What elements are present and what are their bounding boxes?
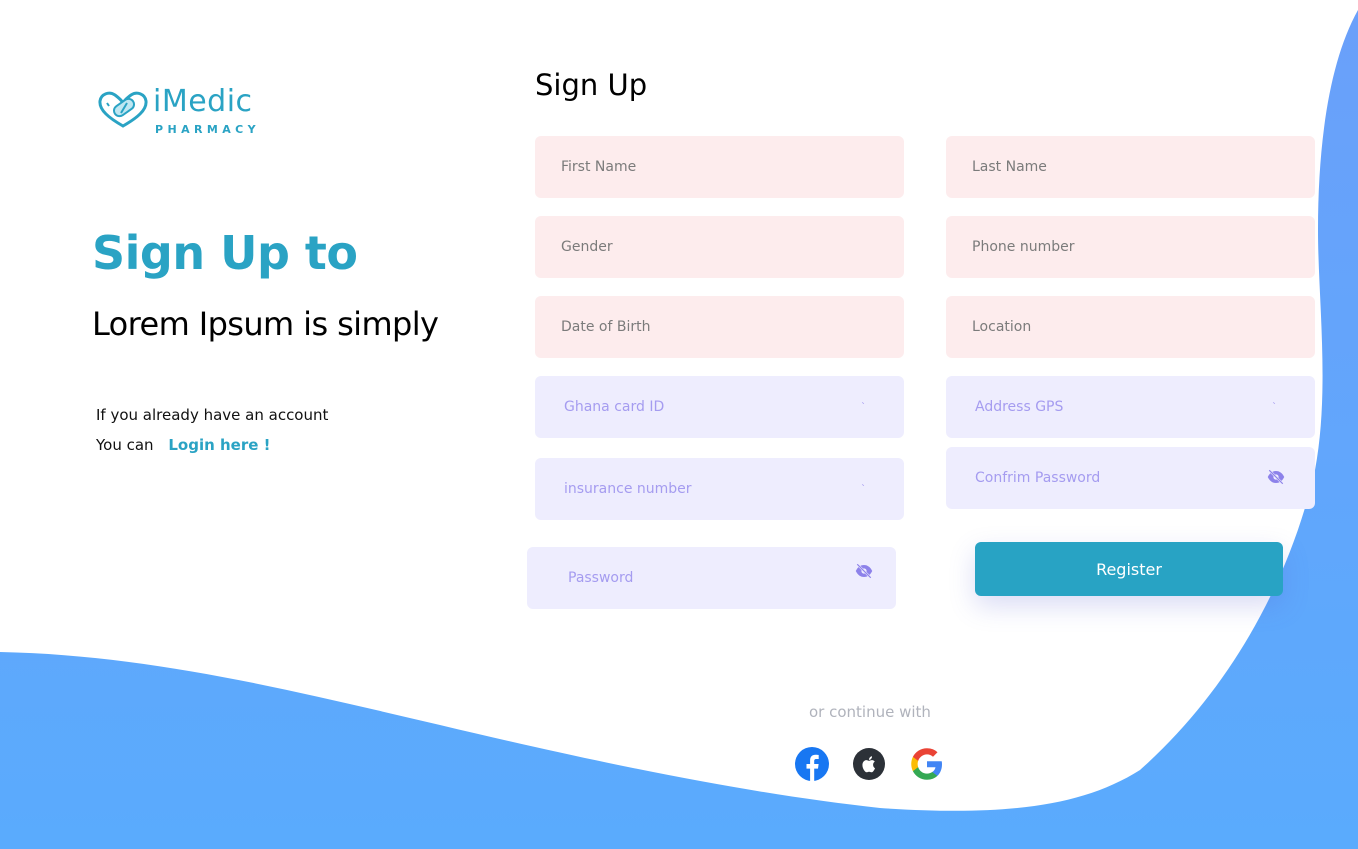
pill-heart-logo-icon (98, 91, 148, 128)
facebook-login-button[interactable] (794, 746, 830, 782)
location-field[interactable] (946, 296, 1315, 358)
apple-login-button[interactable] (851, 746, 887, 782)
dob-field[interactable] (535, 296, 904, 358)
insurance-input[interactable] (564, 481, 854, 497)
form-title: Sign Up (535, 68, 648, 102)
apple-icon (853, 748, 885, 780)
register-button[interactable]: Register (975, 542, 1283, 596)
login-line: You can Login here ! (96, 436, 271, 454)
hero-subtitle: Lorem Ipsum is simply (92, 305, 439, 343)
eye-slash-icon[interactable] (855, 563, 873, 583)
address-gps-input[interactable] (975, 399, 1265, 415)
ghana-card-input[interactable] (564, 399, 854, 415)
brand-logo: iMedic PHARMACY (97, 84, 297, 140)
phone-input[interactable] (972, 239, 1262, 255)
login-link[interactable]: Login here ! (168, 436, 270, 454)
location-input[interactable] (972, 319, 1262, 335)
last-name-field[interactable] (946, 136, 1315, 198)
confirm-password-field[interactable] (946, 447, 1315, 509)
field-tick-mark: ` (861, 484, 866, 495)
gender-field[interactable] (535, 216, 904, 278)
google-login-button[interactable] (909, 746, 945, 782)
password-input[interactable] (568, 570, 858, 586)
hero-title: Sign Up to (92, 226, 358, 280)
field-tick-mark: ` (861, 402, 866, 413)
first-name-input[interactable] (561, 159, 851, 175)
account-note: If you already have an account You can L… (96, 406, 329, 454)
last-name-input[interactable] (972, 159, 1262, 175)
field-tick-mark: ` (1272, 402, 1277, 413)
eye-slash-icon[interactable] (1267, 469, 1285, 489)
phone-field[interactable] (946, 216, 1315, 278)
confirm-password-input[interactable] (975, 470, 1265, 486)
password-field[interactable] (527, 547, 896, 609)
first-name-field[interactable] (535, 136, 904, 198)
dob-input[interactable] (561, 319, 851, 335)
brand-tagline: PHARMACY (155, 123, 260, 136)
gender-input[interactable] (561, 239, 851, 255)
continue-with-label: or continue with (809, 703, 931, 721)
google-icon (911, 748, 942, 780)
login-prefix: You can (96, 436, 154, 454)
account-note-text: If you already have an account (96, 406, 329, 424)
ghana-card-field[interactable]: ` (535, 376, 904, 438)
brand-name: iMedic (153, 84, 253, 119)
facebook-icon (795, 747, 829, 781)
address-gps-field[interactable]: ` (946, 376, 1315, 438)
insurance-field[interactable]: ` (535, 458, 904, 520)
